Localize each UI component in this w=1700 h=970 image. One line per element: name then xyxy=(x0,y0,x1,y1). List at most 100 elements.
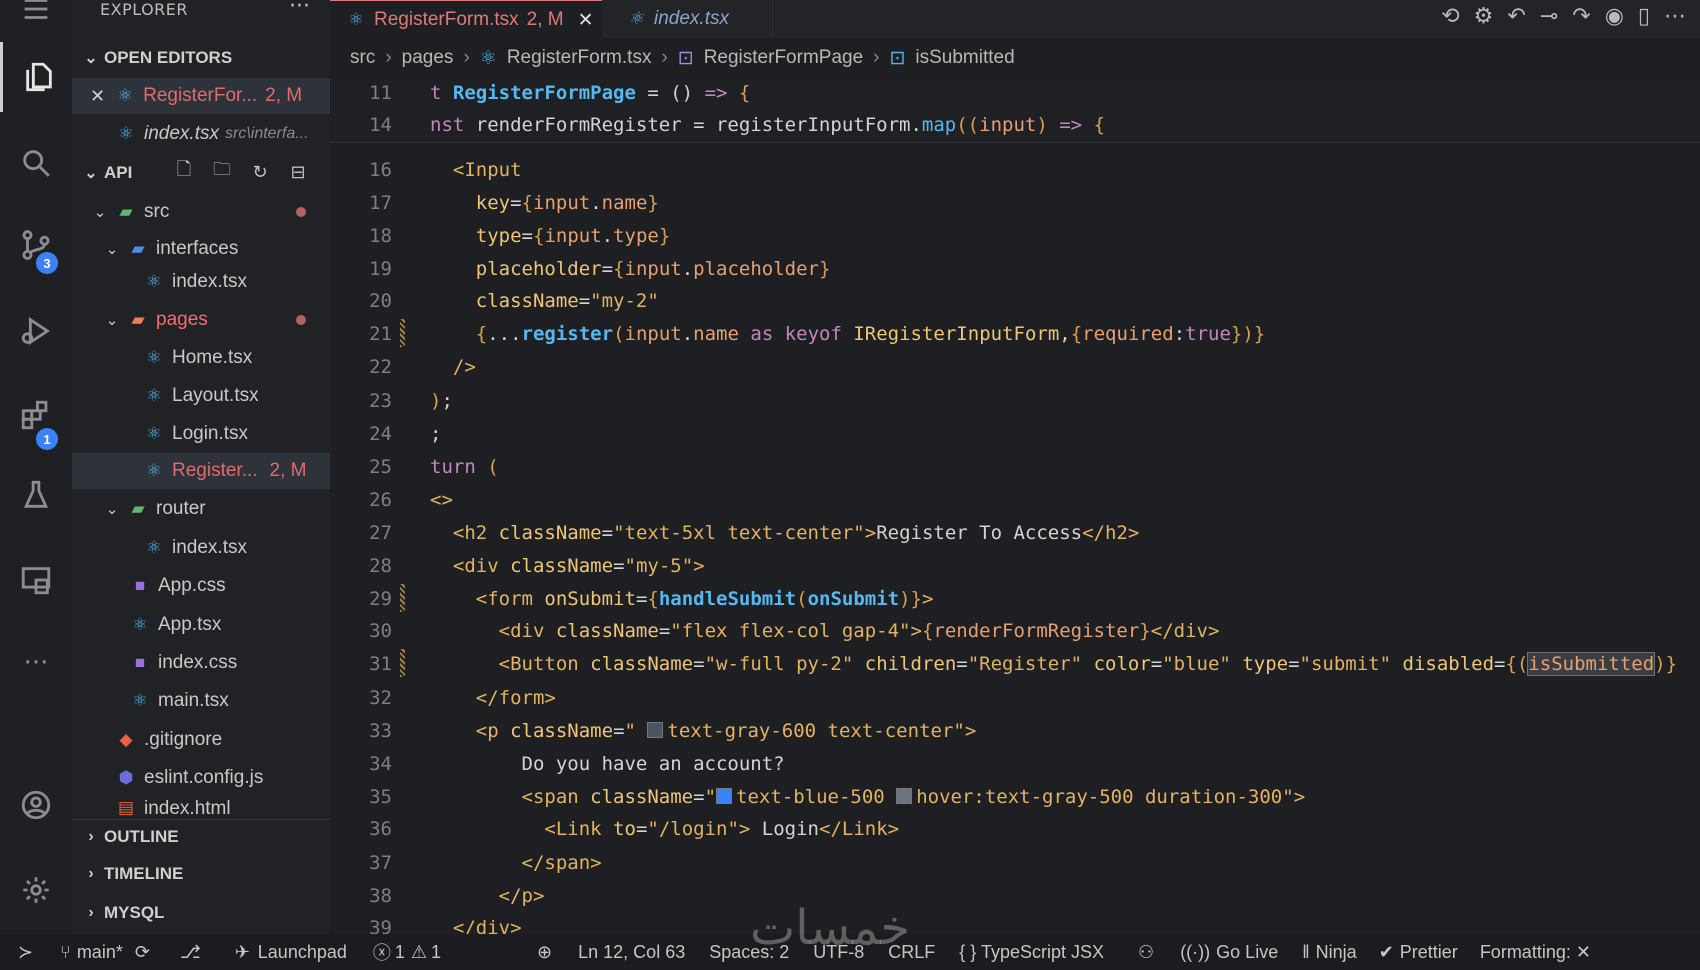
new-folder-icon[interactable]: 🗀 xyxy=(210,159,234,184)
explorer-sidebar: EXPLORER ··· ⌄ OPEN EDITORS ✕ ⚛ RegisterF… xyxy=(72,0,330,934)
more-actions-icon[interactable]: ⋯ xyxy=(1664,4,1686,29)
refresh-icon[interactable]: ↻ xyxy=(248,160,272,184)
code-line[interactable]: 28 <div className="my-5"> xyxy=(330,551,1700,581)
code-line[interactable]: 30 <div className="flex flex-col gap-4">… xyxy=(330,616,1700,646)
zoom-icon[interactable]: ⊕ xyxy=(537,942,552,963)
code-line[interactable]: 17 key={input.name} xyxy=(330,188,1700,218)
code-line[interactable]: 36 <Link to="/login"> Login</Link> xyxy=(330,814,1700,844)
tree-file-index-css[interactable]: ■ index.css xyxy=(72,645,330,681)
go-forward-icon[interactable]: ↷ xyxy=(1572,4,1590,29)
compare-icon[interactable]: ⚙ xyxy=(1474,4,1494,29)
breadcrumb-pages[interactable]: pages xyxy=(402,47,454,69)
timeline-icon[interactable]: ⟲ xyxy=(1441,4,1459,29)
copilot-icon[interactable]: ⚇ xyxy=(1138,942,1154,963)
breadcrumb-component[interactable]: RegisterFormPage xyxy=(704,47,863,69)
timeline-header[interactable]: › TIMELINE xyxy=(72,857,330,891)
error-count[interactable]: 1 xyxy=(395,942,405,963)
tree-file-index-tsx[interactable]: ⚛ index.tsx xyxy=(72,264,330,300)
code-line[interactable]: 16 <Input xyxy=(330,155,1700,185)
settings-icon[interactable] xyxy=(0,855,72,925)
code-line[interactable]: 22 /> xyxy=(330,352,1700,382)
tree-file-app-css[interactable]: ■ App.css xyxy=(72,568,330,604)
code-line[interactable]: 31 <Button className="w-full py-2" child… xyxy=(330,649,1700,679)
launchpad-button[interactable]: Launchpad xyxy=(258,942,347,963)
breadcrumb-symbol[interactable]: isSubmitted xyxy=(915,47,1014,69)
code-line[interactable]: 23); xyxy=(330,386,1700,416)
code-line[interactable]: 24; xyxy=(330,419,1700,449)
tree-folder-interfaces[interactable]: ⌄ ▰ interfaces xyxy=(72,231,330,267)
remote-indicator[interactable]: ≻ xyxy=(18,942,38,963)
close-icon[interactable]: ✕ xyxy=(90,86,105,107)
code-line[interactable]: 39 </div> xyxy=(330,913,1700,934)
tree-file-eslint[interactable]: ⬢ eslint.config.js xyxy=(72,760,330,796)
code-line[interactable]: 35 <span className=" text-blue-500 hover:… xyxy=(330,782,1700,812)
code-line[interactable]: 21 {...register(input.name as keyof IReg… xyxy=(330,319,1700,349)
code-line[interactable]: 37 </span> xyxy=(330,848,1700,878)
explorer-more-button[interactable]: ··· xyxy=(289,0,310,19)
sticky-line[interactable]: 14 nst renderFormRegister = registerInput… xyxy=(330,110,1700,143)
prettier-button[interactable]: Prettier xyxy=(1400,942,1458,963)
code-line[interactable]: 20 className="my-2" xyxy=(330,286,1700,316)
code-line[interactable]: 29 <form onSubmit={handleSubmit(onSubmit… xyxy=(330,584,1700,614)
code-line[interactable]: 19 placeholder={input.placeholder} xyxy=(330,254,1700,284)
tree-file-gitignore[interactable]: ◆ .gitignore xyxy=(72,722,330,758)
cursor-position[interactable]: Ln 12, Col 63 xyxy=(578,942,685,963)
ninja-button[interactable]: Ninja xyxy=(1316,942,1357,963)
tab-registerform[interactable]: ⚛ RegisterForm.tsx 2, M ✕ xyxy=(330,0,602,39)
open-editors-header[interactable]: ⌄ OPEN EDITORS xyxy=(72,41,330,75)
code-line[interactable]: 25 turn ( xyxy=(330,452,1700,482)
code-line[interactable]: 18 type={input.type} xyxy=(330,221,1700,251)
branch-name[interactable]: main* xyxy=(77,942,123,963)
git-commit-icon[interactable]: ⊸ xyxy=(1540,4,1558,29)
account-icon[interactable] xyxy=(0,770,72,840)
testing-icon[interactable] xyxy=(0,460,72,530)
outline-header[interactable]: › OUTLINE xyxy=(72,819,330,854)
close-tab-icon[interactable]: ✕ xyxy=(578,9,594,32)
menu-icon[interactable] xyxy=(0,0,72,44)
formatting-status[interactable]: Formatting: ✕ xyxy=(1480,942,1591,963)
tab-index[interactable]: ⚛ index.tsx xyxy=(602,0,773,38)
css-file-icon: ■ xyxy=(134,576,146,595)
split-editor-icon[interactable]: ▯ xyxy=(1638,4,1650,29)
tree-folder-pages[interactable]: ⌄ ▰ pages xyxy=(72,302,330,338)
code-line[interactable]: 34 Do you have an account? xyxy=(330,749,1700,779)
gitlens-icon[interactable]: ◉ xyxy=(1605,4,1624,29)
breadcrumb-src[interactable]: src xyxy=(350,47,375,69)
extensions-icon[interactable]: 1 xyxy=(0,380,72,450)
code-line[interactable]: 27 <h2 className="text-5xl text-center">… xyxy=(330,518,1700,548)
tree-file-home[interactable]: ⚛ Home.tsx xyxy=(72,340,330,376)
open-editor-registerform[interactable]: ✕ ⚛ RegisterFor... 2, M xyxy=(72,78,330,114)
tree-file-index-html[interactable]: ▤ index.html xyxy=(72,798,330,818)
code-line[interactable]: 38 </p> xyxy=(330,881,1700,911)
tree-file-login[interactable]: ⚛ Login.tsx xyxy=(72,416,330,452)
run-debug-icon[interactable] xyxy=(0,296,72,366)
warning-count[interactable]: 1 xyxy=(431,942,441,963)
editor-area: ⚛ RegisterForm.tsx 2, M ✕ ⚛ index.tsx ⟲ … xyxy=(330,0,1700,934)
tree-file-router-index[interactable]: ⚛ index.tsx xyxy=(72,530,330,566)
go-back-icon[interactable]: ↶ xyxy=(1507,4,1525,29)
git-graph-icon[interactable]: ⎇ xyxy=(180,942,201,963)
code-line[interactable]: 33 <p className=" text-gray-600 text-cen… xyxy=(330,716,1700,746)
search-icon[interactable] xyxy=(0,128,72,198)
code-line[interactable]: 32 </form> xyxy=(330,683,1700,713)
files-icon[interactable] xyxy=(0,42,75,112)
sync-icon[interactable]: ⟳ xyxy=(135,942,150,963)
code-line[interactable]: 26 <> xyxy=(330,485,1700,515)
language-mode[interactable]: { } TypeScript JSX xyxy=(959,942,1104,963)
tree-file-app-tsx[interactable]: ⚛ App.tsx xyxy=(72,607,330,643)
tree-file-registerform[interactable]: ⚛ Register... 2, M xyxy=(72,453,330,489)
new-file-icon[interactable]: 🗋 xyxy=(172,159,196,184)
remote-explorer-icon[interactable] xyxy=(0,545,72,615)
breadcrumb-file[interactable]: RegisterForm.tsx xyxy=(507,47,652,69)
tree-file-main-tsx[interactable]: ⚛ main.tsx xyxy=(72,683,330,719)
source-control-icon[interactable]: 3 xyxy=(0,210,72,280)
tree-file-layout[interactable]: ⚛ Layout.tsx xyxy=(72,378,330,414)
tree-folder-src[interactable]: ⌄ ▰ src xyxy=(72,194,330,230)
mysql-header[interactable]: › MYSQL xyxy=(72,896,330,930)
open-editor-index[interactable]: ⚛ index.tsx src\interfa... xyxy=(72,116,330,152)
more-icon[interactable]: ··· xyxy=(0,628,72,698)
go-live-button[interactable]: Go Live xyxy=(1216,942,1278,963)
tree-folder-router[interactable]: ⌄ ▰ router xyxy=(72,491,330,527)
sticky-line[interactable]: 11 t RegisterFormPage = () => { xyxy=(330,78,1700,108)
collapse-all-icon[interactable]: ⊟ xyxy=(286,160,310,184)
